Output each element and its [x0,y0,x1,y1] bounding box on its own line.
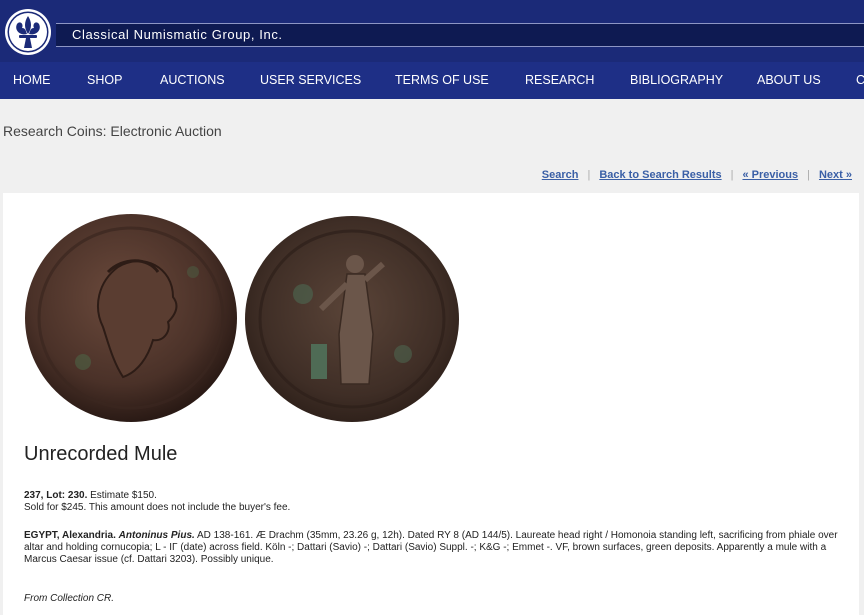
lot-estimate: 237, Lot: 230. Estimate $150. [24,490,844,502]
result-navigation: Search | Back to Search Results | « Previous… [542,169,852,181]
separator: | [807,169,810,181]
site-header: Classical Numismatic Group, Inc. [0,0,864,62]
site-title[interactable]: Classical Numismatic Group, Inc. [72,27,283,42]
fleur-de-lis-logo-icon[interactable] [4,8,52,56]
lot-number: 237, Lot: 230. [24,490,88,501]
nav-home[interactable]: HOME [13,73,51,87]
nav-bibliography[interactable]: BIBLIOGRAPHY [630,73,723,87]
back-to-results-link[interactable]: Back to Search Results [599,169,721,181]
nav-contact-truncated[interactable]: C [856,73,864,87]
coin-obverse-image[interactable] [23,212,239,424]
search-link[interactable]: Search [542,169,579,181]
coin-reverse-image[interactable] [243,214,461,424]
nav-about-us[interactable]: ABOUT US [757,73,821,87]
description-region: EGYPT, Alexandria. [24,530,116,541]
nav-research[interactable]: RESEARCH [525,73,594,87]
nav-user-services[interactable]: USER SERVICES [260,73,361,87]
nav-terms-of-use[interactable]: TERMS OF USE [395,73,489,87]
page-heading: Research Coins: Electronic Auction [3,123,222,139]
nav-auctions[interactable]: AUCTIONS [160,73,225,87]
description-ruler: Antoninus Pius. [118,530,195,541]
next-link[interactable]: Next » [819,169,852,181]
separator: | [587,169,591,181]
main-nav: HOME SHOP AUCTIONS USER SERVICES TERMS O… [0,62,864,99]
estimate-text: Estimate $150. [87,490,157,501]
previous-link[interactable]: « Previous [742,169,798,181]
sold-price: Sold for $245. This amount does not incl… [24,502,291,513]
provenance: From Collection CR. [24,593,115,604]
nav-shop[interactable]: SHOP [87,73,122,87]
lot-panel: Unrecorded Mule 237, Lot: 230. Estimate … [3,193,859,615]
lot-title: Unrecorded Mule [24,443,178,465]
separator: | [730,169,734,181]
lot-description: EGYPT, Alexandria. Antoninus Pius. AD 13… [24,530,844,566]
